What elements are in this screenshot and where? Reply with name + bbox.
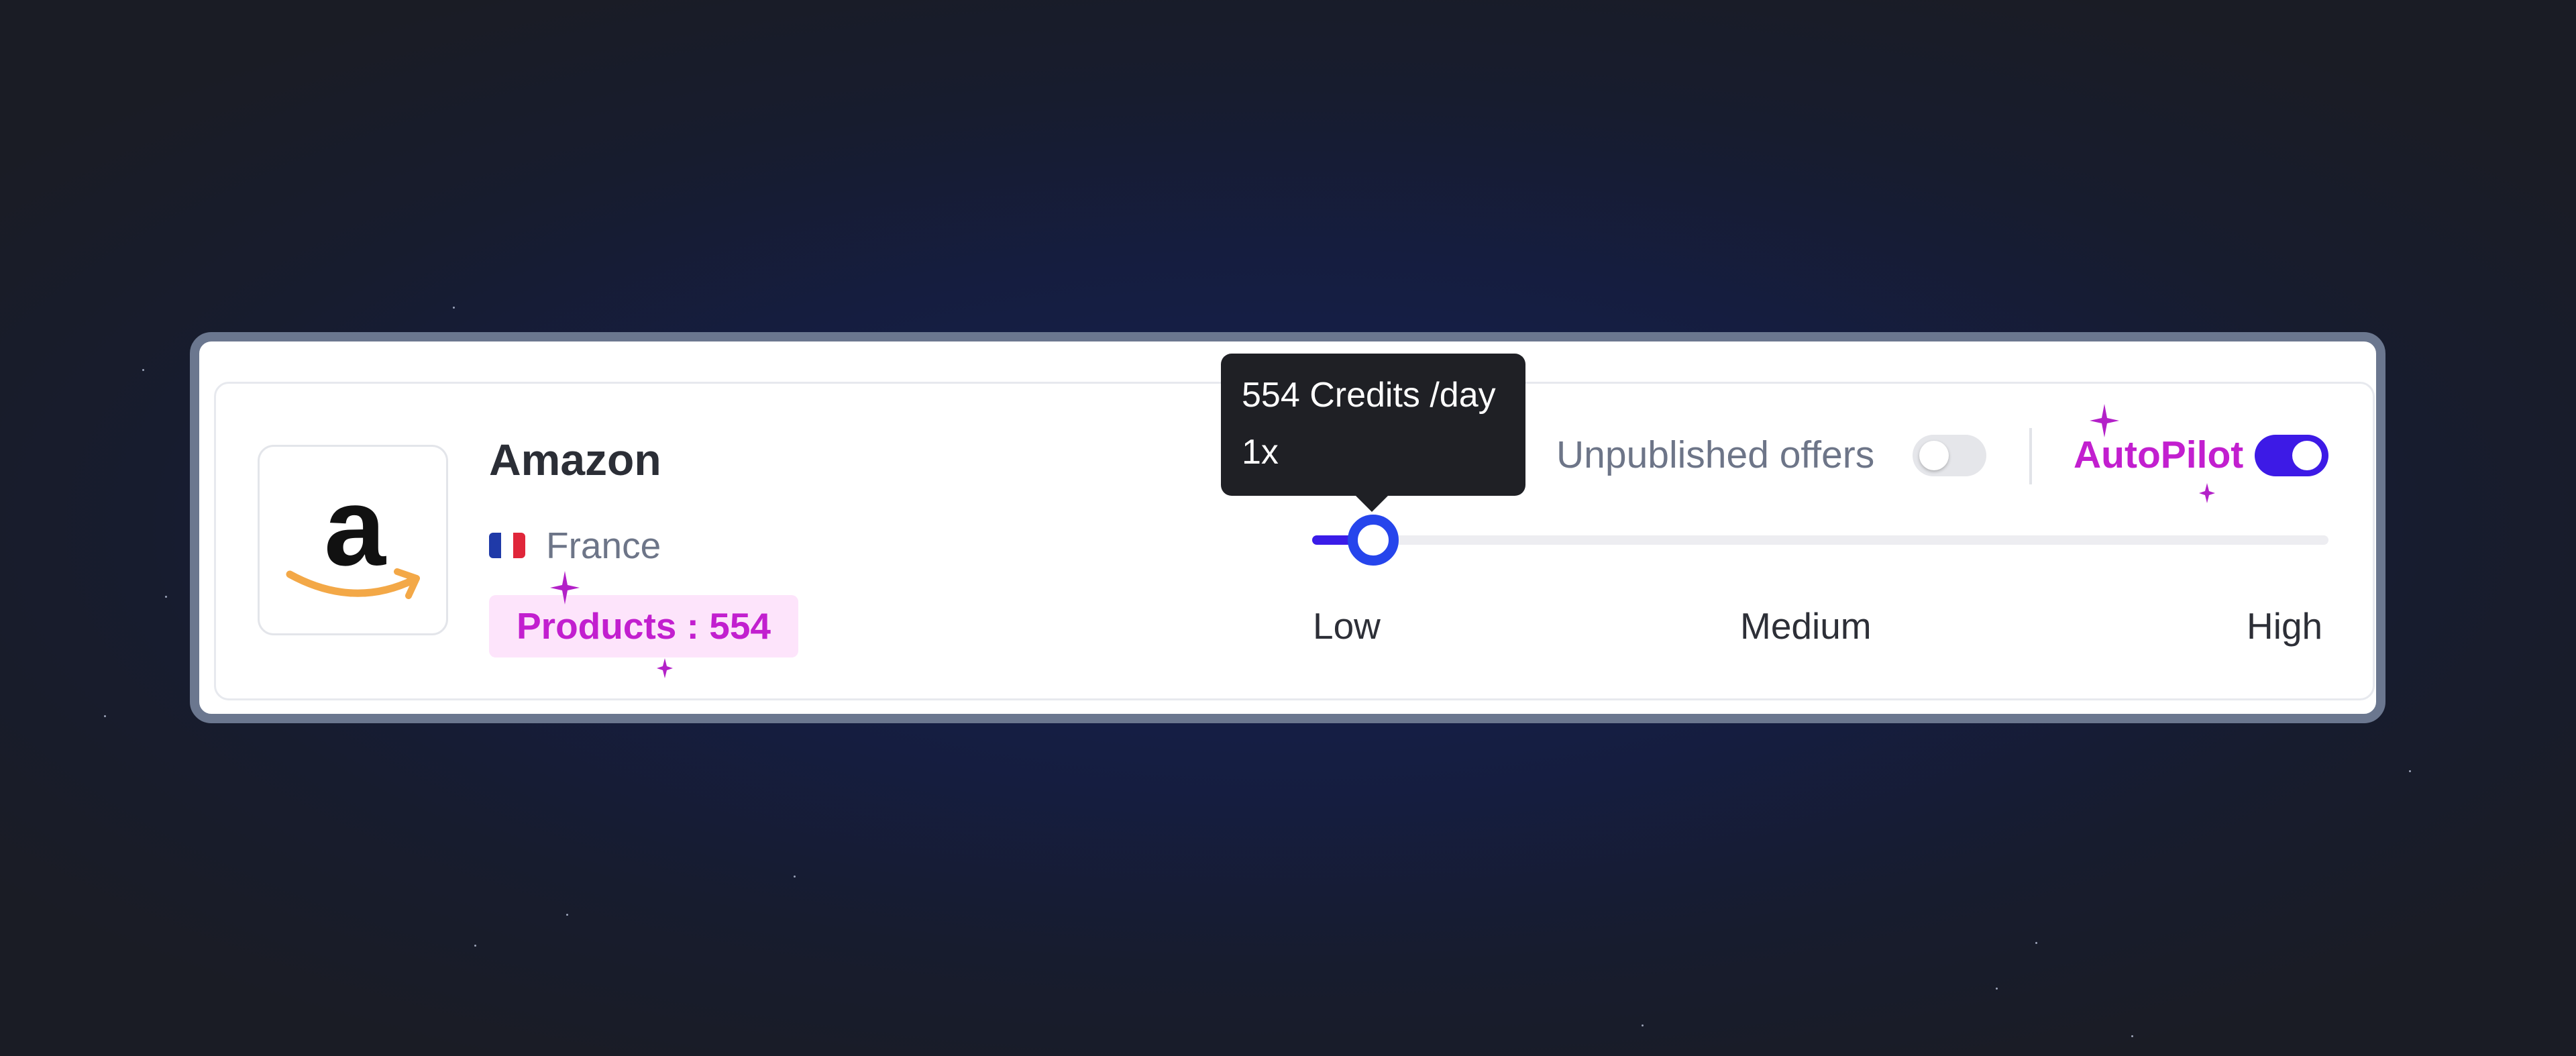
star [474, 945, 476, 947]
unpublished-offers-label: Unpublished offers [1556, 433, 1875, 476]
autopilot-label: AutoPilot [2074, 433, 2244, 476]
tooltip-multiplier: 1x [1242, 433, 1279, 472]
slider-level-high[interactable]: High [2247, 602, 2322, 649]
products-count-badge: Products : 554 [489, 595, 798, 657]
star [566, 914, 568, 916]
svg-text:a: a [324, 465, 386, 588]
credit-level-slider-thumb[interactable] [1347, 515, 1399, 566]
star [2035, 942, 2037, 944]
sparkle-icon [550, 571, 580, 604]
star [142, 369, 144, 371]
star [2409, 770, 2411, 772]
star [1642, 1024, 1644, 1026]
star [104, 715, 106, 717]
sparkle-icon [2199, 483, 2215, 503]
france-flag-icon [489, 533, 525, 558]
amazon-logo-icon: a [286, 465, 420, 599]
tooltip-credits-per-day: 554 Credits /day [1242, 376, 1496, 415]
sparkle-icon [657, 658, 673, 678]
star [1996, 988, 1998, 990]
star [794, 876, 796, 878]
slider-level-medium[interactable]: Medium [1740, 602, 1872, 649]
star [2131, 1035, 2133, 1037]
slider-level-low[interactable]: Low [1313, 602, 1381, 649]
star [165, 596, 167, 598]
store-logo: a [258, 445, 448, 635]
credit-level-slider-track[interactable] [1312, 535, 2328, 545]
toggle-knob [2292, 441, 2322, 470]
credits-tooltip: 554 Credits /day 1x [1221, 354, 1525, 512]
toggle-knob [1919, 441, 1949, 470]
star [453, 307, 455, 309]
controls-divider [2029, 428, 2032, 484]
unpublished-offers-toggle[interactable] [1913, 435, 1986, 476]
autopilot-toggle[interactable] [2255, 435, 2328, 476]
store-country: France [546, 525, 661, 566]
store-name: Amazon [489, 435, 661, 484]
